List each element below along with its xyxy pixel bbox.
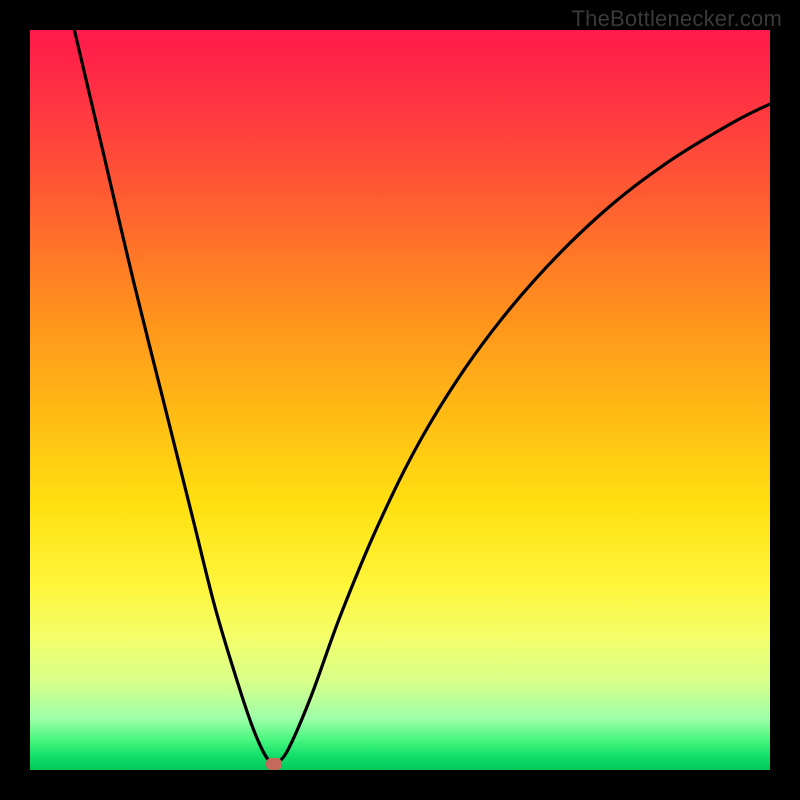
bottleneck-curve [30,30,770,770]
watermark-text: TheBottlenecker.com [572,6,782,32]
plot-area [30,30,770,770]
optimal-point-marker [266,758,282,770]
chart-frame: TheBottlenecker.com [0,0,800,800]
